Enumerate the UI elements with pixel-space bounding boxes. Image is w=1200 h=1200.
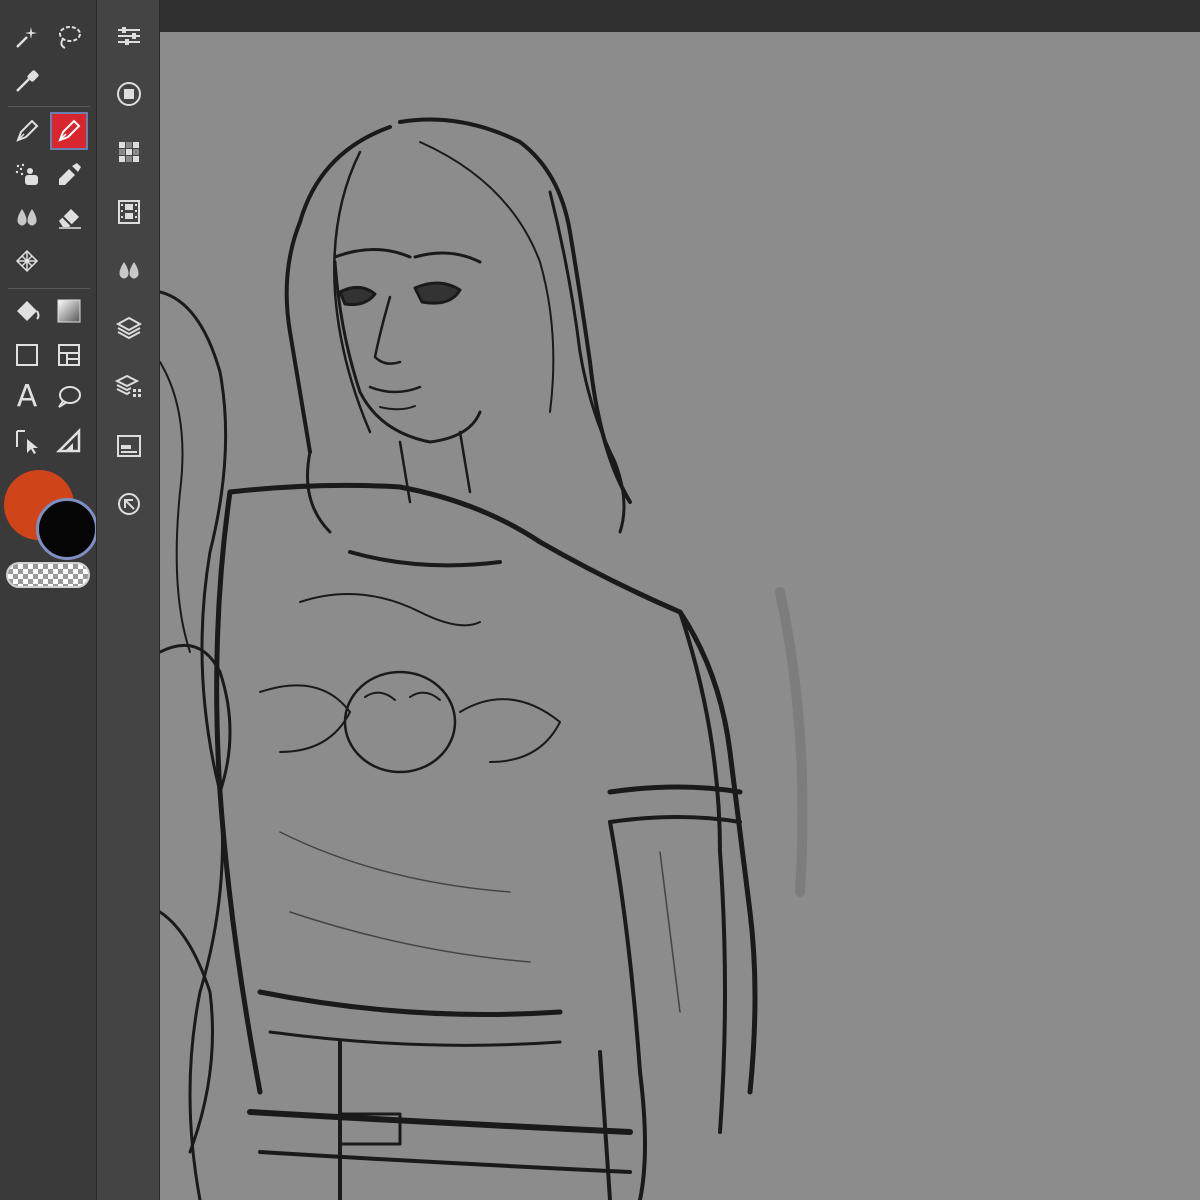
palette-bar: [96, 0, 160, 1200]
canvas-top-bar: [160, 0, 1200, 32]
pen-active-icon[interactable]: [50, 112, 88, 150]
lasso-select-icon[interactable]: [50, 18, 88, 56]
pen-icon[interactable]: [8, 112, 46, 150]
sketch-drawing: [160, 117, 808, 1200]
color-set-icon[interactable]: [109, 132, 149, 172]
layer-property-icon[interactable]: [109, 366, 149, 406]
airbrush-icon[interactable]: [8, 156, 46, 194]
move-icon[interactable]: [8, 0, 46, 10]
eyedropper-icon[interactable]: [8, 62, 46, 100]
navigator-icon[interactable]: [109, 426, 149, 466]
ruler-icon[interactable]: [50, 422, 88, 460]
arrow-down-icon[interactable]: [52, 0, 90, 10]
object-select-icon[interactable]: [8, 422, 46, 460]
figure-icon[interactable]: [8, 336, 46, 374]
sub-color-swatch[interactable]: [36, 498, 98, 560]
transparent-color-swatch[interactable]: [6, 562, 90, 588]
text-icon[interactable]: A: [8, 378, 46, 416]
fill-icon[interactable]: [8, 292, 46, 330]
timeline-icon[interactable]: [109, 192, 149, 232]
eraser-icon[interactable]: [50, 198, 88, 236]
text-icon-glyph: A: [16, 379, 38, 414]
drawing-canvas[interactable]: [160, 32, 1200, 1200]
auto-select-icon[interactable]: [8, 18, 46, 56]
gradient-icon[interactable]: [50, 292, 88, 330]
balloon-icon[interactable]: [50, 378, 88, 416]
sub-tool-icon[interactable]: [109, 250, 149, 290]
color-circle-icon[interactable]: [109, 74, 149, 114]
toolbox: A: [0, 0, 98, 1200]
decoration-icon[interactable]: [8, 242, 46, 280]
brush-icon[interactable]: [50, 156, 88, 194]
history-icon[interactable]: [109, 484, 149, 524]
blend-icon[interactable]: [8, 198, 46, 236]
frame-border-icon[interactable]: [50, 336, 88, 374]
layer-icon[interactable]: [109, 308, 149, 348]
tool-property-icon[interactable]: [109, 16, 149, 56]
